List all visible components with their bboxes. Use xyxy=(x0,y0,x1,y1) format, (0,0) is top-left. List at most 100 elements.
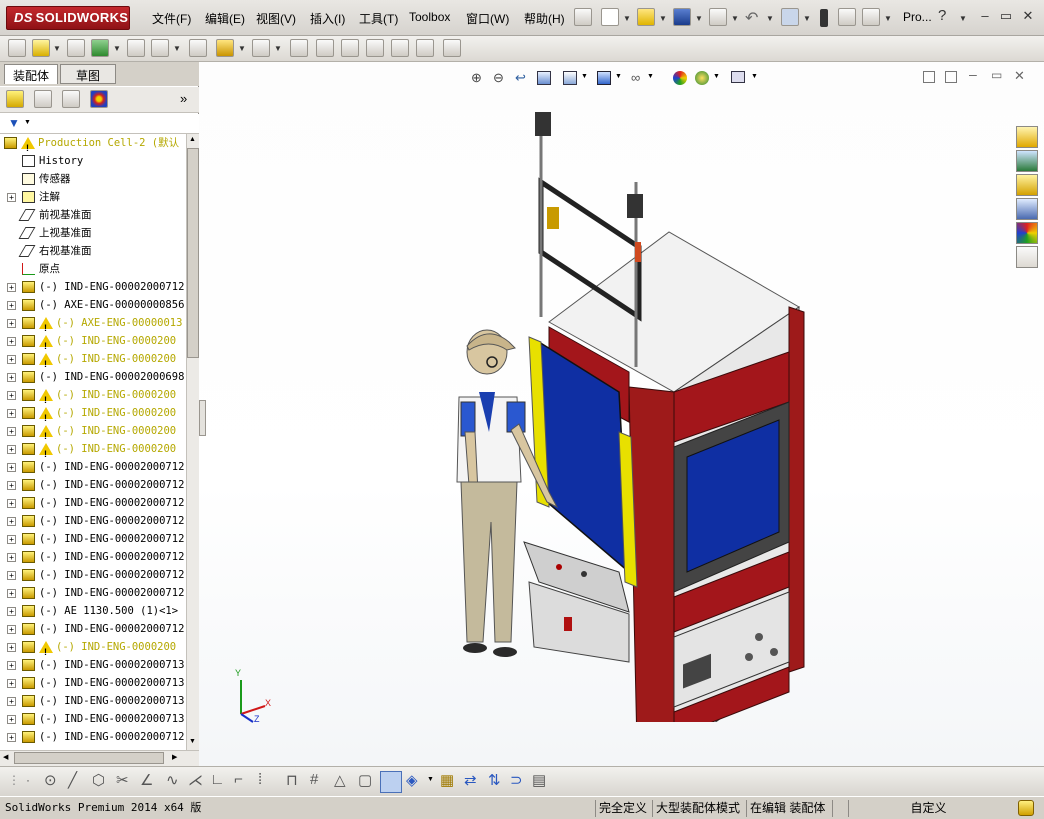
shaded-display-icon[interactable] xyxy=(380,771,402,793)
tree-item[interactable]: + (-) AE 1130.500 (1)<1> xyxy=(0,602,186,620)
status-custom-units[interactable]: 自定义 xyxy=(848,800,1008,817)
restore-icon[interactable]: ▭ xyxy=(997,8,1015,24)
show-hidden-icon[interactable] xyxy=(189,39,207,57)
tree-item[interactable]: 右视基准面 xyxy=(0,242,186,260)
line-tool-icon[interactable]: ╱ xyxy=(68,771,77,789)
menu-view[interactable]: 视图(V) xyxy=(256,10,296,27)
display-style-icon[interactable] xyxy=(597,71,611,85)
select-dropdown-icon[interactable]: ▼ xyxy=(803,14,811,23)
help-dropdown-icon[interactable]: ▼ xyxy=(959,14,967,23)
menu-edit[interactable]: 编辑(E) xyxy=(205,10,245,27)
close-icon[interactable]: ✕ xyxy=(1019,8,1037,24)
tree-item[interactable]: + (-) AXE-ENG-00000000856 xyxy=(0,296,186,314)
relation-tool-icon[interactable]: ⁞ xyxy=(258,771,262,788)
instant3d-icon[interactable] xyxy=(391,39,409,57)
tab-assembly[interactable]: 装配体 xyxy=(4,64,59,84)
print-dropdown-icon[interactable]: ▼ xyxy=(731,14,739,23)
tree-horizontal-scrollbar[interactable]: ◀ ▶ xyxy=(0,750,199,766)
expand-toggle-icon[interactable]: + xyxy=(7,445,16,454)
edit-appearance-icon[interactable] xyxy=(673,71,687,85)
tree-item[interactable]: + (-) IND-ENG-00002000698 xyxy=(0,368,186,386)
expand-toggle-icon[interactable]: + xyxy=(7,643,16,652)
new-document-icon[interactable] xyxy=(601,8,619,26)
view-palette-icon[interactable] xyxy=(1016,198,1038,220)
print-icon[interactable] xyxy=(709,8,727,26)
solidworks-resources-icon[interactable] xyxy=(1016,126,1038,148)
expand-toggle-icon[interactable]: + xyxy=(7,697,16,706)
undo-icon[interactable]: ↶ xyxy=(745,8,758,28)
appearances-scenes-icon[interactable] xyxy=(1016,222,1038,244)
view-orientation-icon[interactable] xyxy=(563,71,577,85)
help-icon[interactable]: ? xyxy=(938,7,946,24)
design-library-icon[interactable] xyxy=(1016,150,1038,172)
display-style-dropdown-icon[interactable]: ▼ xyxy=(615,73,622,80)
tree-item[interactable]: 上视基准面 xyxy=(0,224,186,242)
assembly-features-icon[interactable] xyxy=(216,39,234,57)
tree-item[interactable]: + (-) IND-ENG-00002000712 xyxy=(0,530,186,548)
move-triad-icon[interactable]: ⇄ xyxy=(464,771,477,789)
new-dropdown-icon[interactable]: ▼ xyxy=(623,14,631,23)
options-dropdown-icon[interactable]: ▼ xyxy=(884,14,892,23)
take-snapshot-icon[interactable] xyxy=(443,39,461,57)
grid-icon[interactable]: # xyxy=(310,771,318,788)
tree-item[interactable]: + (-) IND-ENG-00002000713 xyxy=(0,692,186,710)
panel-collapse-handle[interactable] xyxy=(199,400,206,436)
tree-item[interactable]: + (-) IND-ENG-00002000712 xyxy=(0,620,186,638)
isometric-view-icon[interactable]: ◈ xyxy=(406,771,418,789)
hide-show-items-icon[interactable]: ∞ xyxy=(631,70,640,85)
update-speedpak-icon[interactable] xyxy=(416,39,434,57)
tree-item[interactable]: +! (-) IND-ENG-0000200 xyxy=(0,638,186,657)
menu-tools[interactable]: 工具(T) xyxy=(359,10,398,27)
tree-item[interactable]: History xyxy=(0,152,186,170)
scroll-left-icon[interactable]: ◀ xyxy=(3,753,8,761)
view-orientation-dropdown-icon[interactable]: ▼ xyxy=(581,73,588,80)
filter-dropdown-icon[interactable]: ▼ xyxy=(24,119,31,126)
filter-icon[interactable]: ▼ xyxy=(8,116,20,130)
corner-tool-icon[interactable]: ⌐ xyxy=(234,771,243,788)
pin-icon[interactable] xyxy=(574,8,592,26)
scroll-down-icon[interactable]: ▼ xyxy=(189,738,196,745)
scroll-up-icon[interactable]: ▲ xyxy=(189,136,196,143)
expand-toggle-icon[interactable]: + xyxy=(7,355,16,364)
property-manager-icon[interactable] xyxy=(34,90,52,108)
view-settings-icon[interactable] xyxy=(731,71,745,83)
graphics-area[interactable]: ⊕ ⊖ ↩ ▼ ▼ ∞ ▼ ▼ ▼ – ▭ ✕ Y X Z xyxy=(199,62,1044,766)
magnet-icon[interactable]: ⊃ xyxy=(510,771,523,789)
explode-line-icon[interactable] xyxy=(366,39,384,57)
expand-toggle-icon[interactable]: + xyxy=(7,193,16,202)
expand-toggle-icon[interactable]: + xyxy=(7,319,16,328)
custom-properties-icon[interactable] xyxy=(1016,246,1038,268)
menu-help[interactable]: 帮助(H) xyxy=(524,10,565,27)
feature-manager-icon[interactable] xyxy=(6,90,24,108)
menu-toolbox[interactable]: Toolbox xyxy=(409,10,450,24)
features-dropdown-icon[interactable]: ▼ xyxy=(238,44,246,53)
edit-component-icon[interactable] xyxy=(8,39,26,57)
save-icon[interactable] xyxy=(673,8,691,26)
mirror-tool-icon[interactable]: ⋌ xyxy=(188,771,203,789)
scroll-thumb[interactable] xyxy=(187,148,199,358)
reference-geometry-icon[interactable] xyxy=(252,39,270,57)
view-settings-dropdown-icon[interactable]: ▼ xyxy=(751,73,758,80)
component-icon[interactable]: ▦ xyxy=(440,771,454,789)
rebuild-tag-icon[interactable] xyxy=(1018,800,1034,816)
tree-item[interactable]: + (-) IND-ENG-00002000712 xyxy=(0,728,186,746)
expand-toggle-icon[interactable]: + xyxy=(7,607,16,616)
expand-toggle-icon[interactable]: + xyxy=(7,481,16,490)
isometric-dropdown-icon[interactable]: ▼ xyxy=(427,776,434,783)
expand-toggle-icon[interactable]: + xyxy=(7,553,16,562)
tree-item[interactable]: 原点 xyxy=(0,260,186,278)
zoom-to-fit-icon[interactable]: ⊕ xyxy=(471,70,482,86)
tree-item[interactable]: ! Production Cell-2 (默认 xyxy=(0,134,186,153)
tree-item[interactable]: +! (-) IND-ENG-0000200 xyxy=(0,440,186,459)
viewport-split-h-icon[interactable] xyxy=(923,71,935,83)
tree-item[interactable]: + (-) IND-ENG-00002000713 xyxy=(0,656,186,674)
axis-up-icon[interactable]: ⇅ xyxy=(488,771,501,789)
expand-toggle-icon[interactable]: + xyxy=(7,715,16,724)
tree-item[interactable]: + (-) IND-ENG-00002000712 xyxy=(0,548,186,566)
pattern-dropdown-icon[interactable]: ▼ xyxy=(113,44,121,53)
tree-item[interactable]: + (-) IND-ENG-00002000712 xyxy=(0,584,186,602)
search-label[interactable]: Pro... xyxy=(903,10,932,24)
smart-dimension-icon[interactable]: ⊓ xyxy=(286,771,298,789)
bill-of-materials-icon[interactable] xyxy=(316,39,334,57)
cube-outline-icon[interactable]: ▢ xyxy=(358,771,372,789)
